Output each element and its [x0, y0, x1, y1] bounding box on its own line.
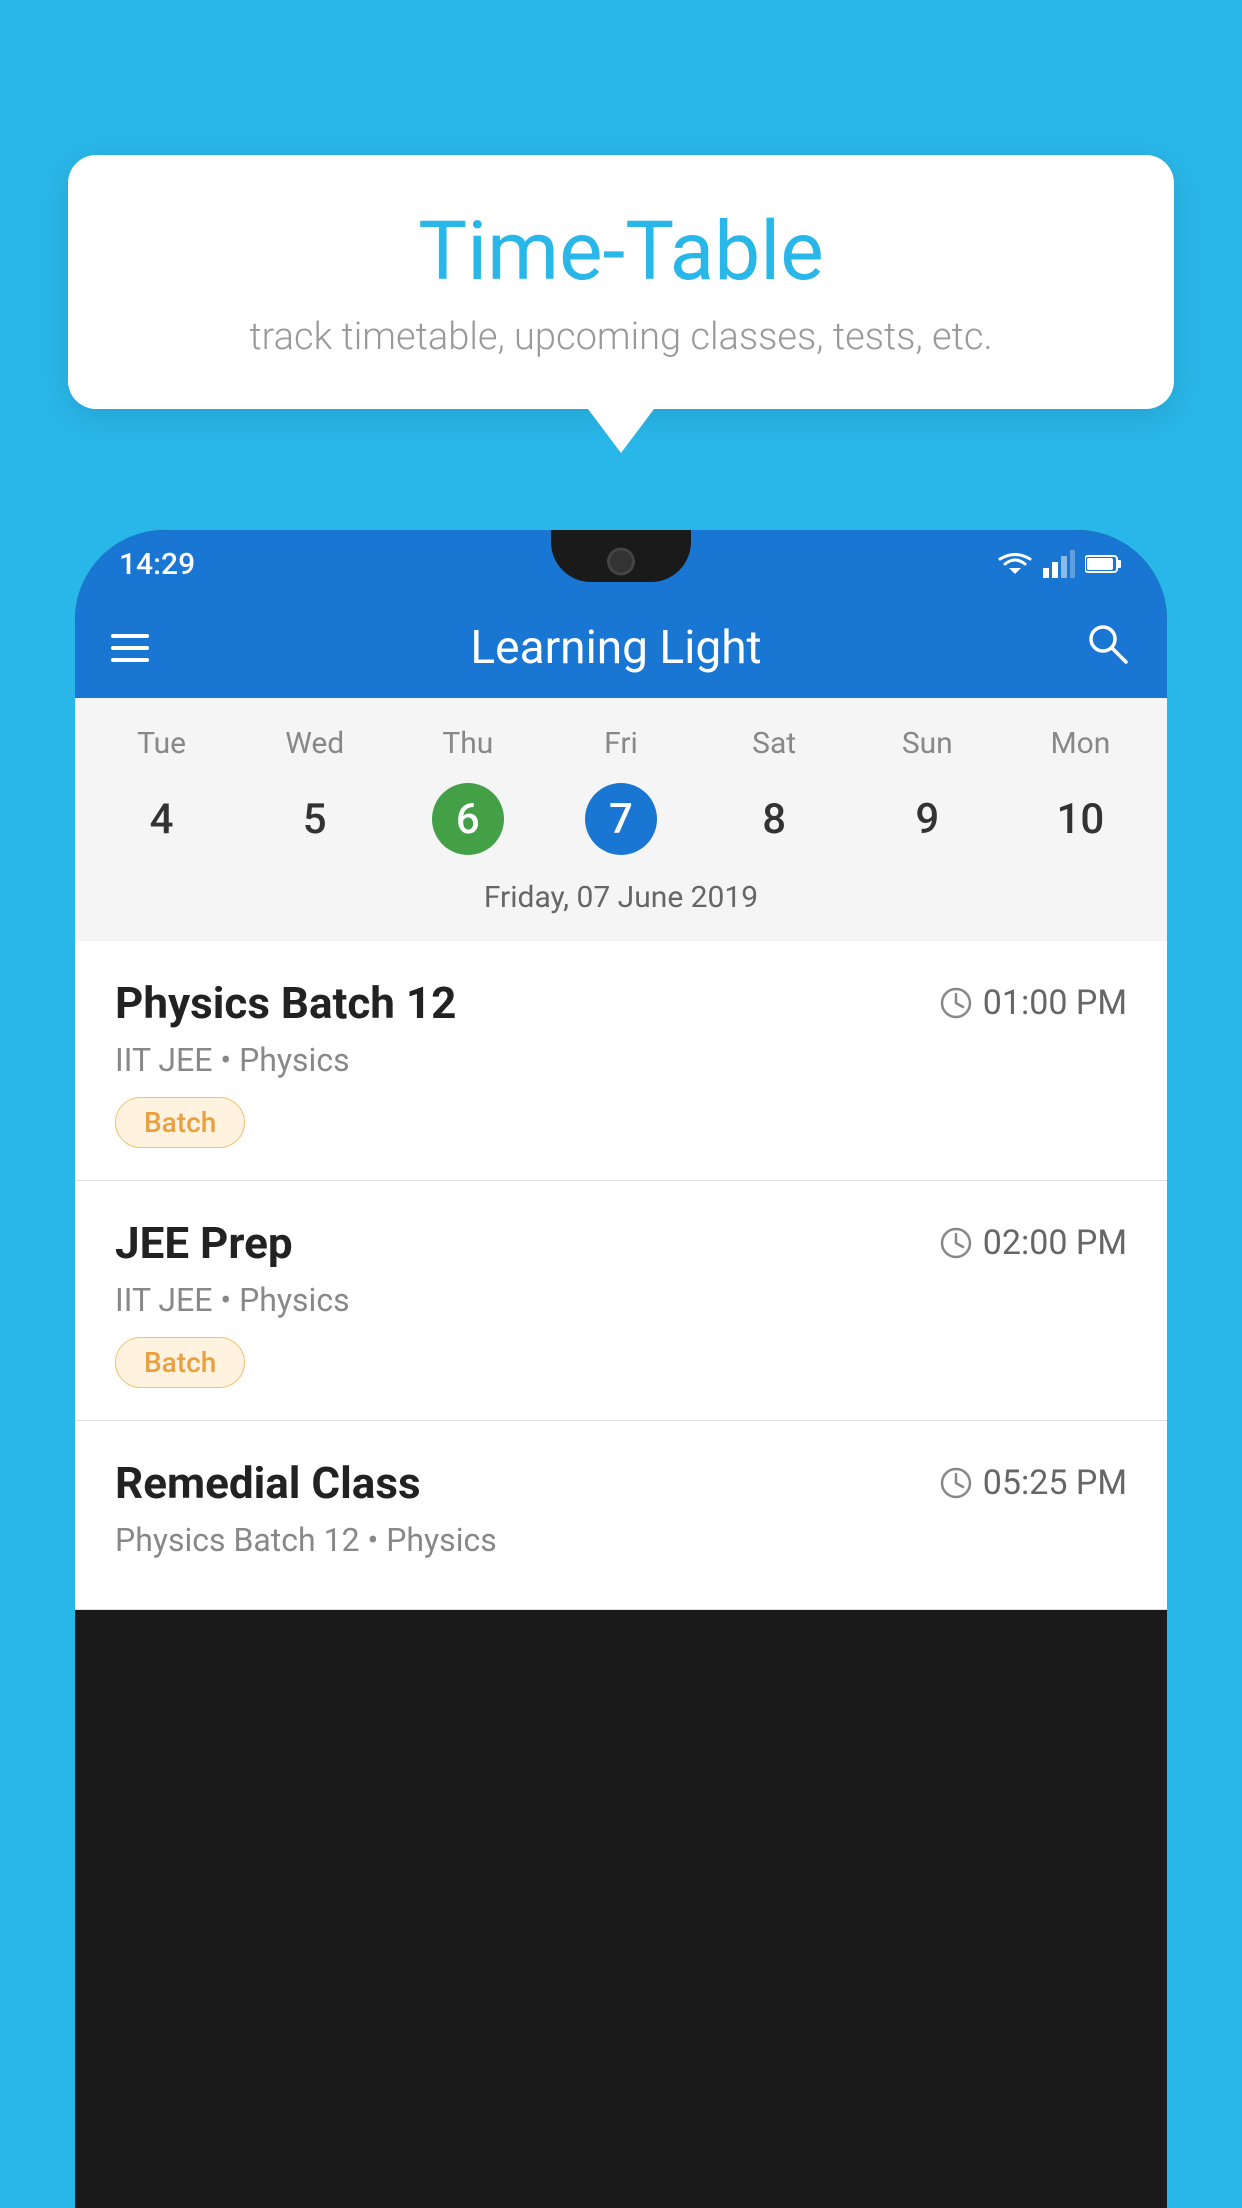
date-5[interactable]: 5: [238, 783, 391, 856]
day-tue: Tue: [85, 718, 238, 769]
day-sun: Sun: [851, 718, 1004, 769]
date-10[interactable]: 10: [1004, 783, 1157, 856]
status-icons: [997, 550, 1123, 578]
schedule-item-1-title: Physics Batch 12: [115, 977, 456, 1029]
signal-icon: [1043, 550, 1075, 578]
day-thu: Thu: [391, 718, 544, 769]
schedule-list: Physics Batch 12 01:00 PM IIT JEE • Phys…: [75, 941, 1167, 1610]
clock-icon-2: [939, 1226, 973, 1260]
tooltip-subtitle: track timetable, upcoming classes, tests…: [128, 315, 1114, 359]
schedule-item-1-subtitle: IIT JEE • Physics: [115, 1041, 1127, 1079]
selected-date-label: Friday, 07 June 2019: [85, 870, 1157, 931]
schedule-item-2-header: JEE Prep 02:00 PM: [115, 1217, 1127, 1269]
day-fri: Fri: [544, 718, 697, 769]
date-8[interactable]: 8: [698, 783, 851, 856]
battery-icon: [1085, 554, 1123, 574]
phone-frame: 14:29: [75, 530, 1167, 2208]
schedule-item-2-time: 02:00 PM: [939, 1223, 1127, 1263]
schedule-item-3-title: Remedial Class: [115, 1457, 421, 1509]
date-6[interactable]: 6: [432, 783, 504, 855]
schedule-item-2-subtitle: IIT JEE • Physics: [115, 1281, 1127, 1319]
schedule-item-1[interactable]: Physics Batch 12 01:00 PM IIT JEE • Phys…: [75, 941, 1167, 1181]
search-icon[interactable]: [1083, 619, 1131, 678]
schedule-item-3-subtitle: Physics Batch 12 • Physics: [115, 1521, 1127, 1559]
schedule-item-2[interactable]: JEE Prep 02:00 PM IIT JEE • Physics Batc…: [75, 1181, 1167, 1421]
schedule-item-1-time: 01:00 PM: [939, 983, 1127, 1023]
calendar-strip: Tue Wed Thu Fri Sat Sun Mon 4 5 6 7 8 9 …: [75, 698, 1167, 941]
day-sat: Sat: [698, 718, 851, 769]
batch-badge-2: Batch: [115, 1337, 245, 1388]
camera: [610, 551, 632, 573]
day-mon: Mon: [1004, 718, 1157, 769]
schedule-item-2-title: JEE Prep: [115, 1217, 293, 1269]
schedule-item-3-time: 05:25 PM: [939, 1463, 1127, 1503]
batch-badge-1: Batch: [115, 1097, 245, 1148]
dates-row[interactable]: 4 5 6 7 8 9 10: [85, 783, 1157, 856]
schedule-item-1-header: Physics Batch 12 01:00 PM: [115, 977, 1127, 1029]
date-4[interactable]: 4: [85, 783, 238, 856]
clock-icon-3: [939, 1466, 973, 1500]
tooltip-title: Time-Table: [128, 207, 1114, 297]
app-title: Learning Light: [179, 621, 1053, 675]
day-wed: Wed: [238, 718, 391, 769]
tooltip-card: Time-Table track timetable, upcoming cla…: [68, 155, 1174, 409]
date-9[interactable]: 9: [851, 783, 1004, 856]
schedule-item-3[interactable]: Remedial Class 05:25 PM Physics Batch 12…: [75, 1421, 1167, 1610]
clock-icon-1: [939, 986, 973, 1020]
menu-icon[interactable]: [111, 634, 149, 662]
app-bar: Learning Light: [75, 598, 1167, 698]
status-time: 14:29: [119, 547, 195, 582]
schedule-item-3-header: Remedial Class 05:25 PM: [115, 1457, 1127, 1509]
days-row: Tue Wed Thu Fri Sat Sun Mon: [85, 718, 1157, 769]
date-7[interactable]: 7: [585, 783, 657, 855]
status-bar: 14:29: [75, 530, 1167, 598]
notch: [551, 530, 691, 582]
wifi-icon: [997, 550, 1033, 578]
